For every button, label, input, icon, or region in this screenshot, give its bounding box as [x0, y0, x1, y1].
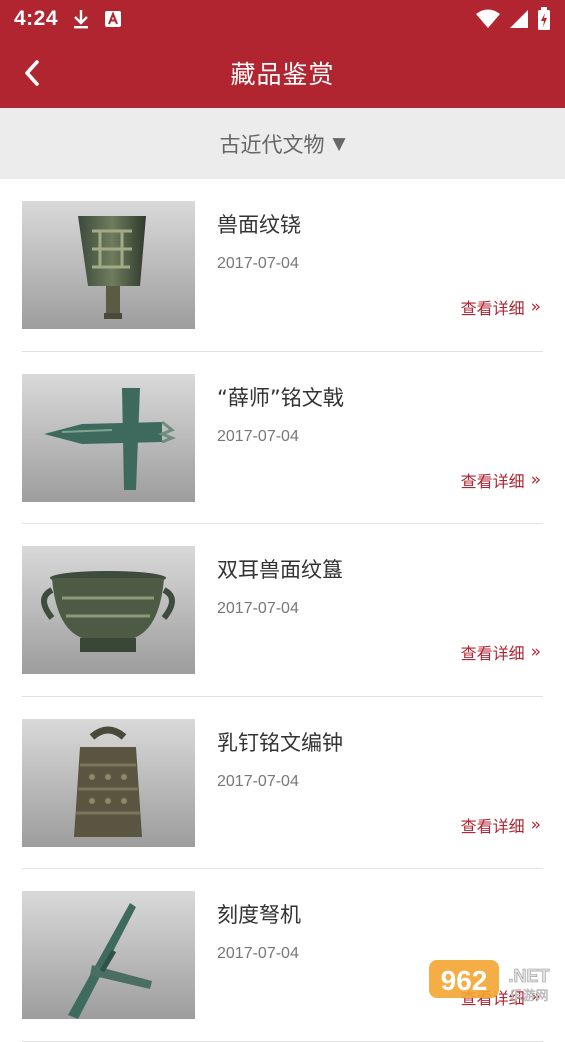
item-date: 2017-07-04 [217, 255, 299, 273]
view-details-label: 查看详细 [461, 640, 525, 664]
list-item[interactable]: 双耳兽面纹簋 2017-07-04 查看详细 » [22, 524, 543, 697]
item-date: 2017-07-04 [217, 945, 299, 963]
signal-icon [509, 9, 529, 29]
collection-list: 兽面纹铙 2017-07-04 查看详细 » “薛师”铭文戟 2017-07-04… [0, 179, 565, 1042]
view-details-link[interactable]: 查看详细 » [461, 640, 541, 664]
view-details-label: 查看详细 [461, 295, 525, 319]
item-thumbnail [22, 891, 195, 1019]
watermark-sub: 乐游网 [509, 989, 548, 1002]
bronze-crossbow-image [22, 891, 195, 1019]
item-date: 2017-07-04 [217, 773, 299, 791]
list-item[interactable]: 兽面纹铙 2017-07-04 查看详细 » [22, 179, 543, 352]
status-time: 4:24 [14, 7, 58, 31]
status-notification-icons [72, 9, 122, 29]
item-name: 乳钉铭文编钟 [217, 727, 343, 757]
category-filter-label: 古近代文物 [219, 129, 324, 159]
list-item[interactable]: 刻度弩机 2017-07-04 查看详细» [22, 869, 543, 1042]
item-thumbnail [22, 719, 195, 847]
accessibility-icon [104, 10, 122, 28]
view-details-link[interactable]: 查看详细 » [461, 295, 541, 319]
view-details-link[interactable]: 查看详细 » [461, 468, 541, 492]
status-system-icons [475, 7, 551, 31]
item-date: 2017-07-04 [217, 428, 299, 446]
bronze-nao-image [22, 201, 195, 329]
bronze-gui-image [22, 546, 195, 674]
back-button[interactable] [14, 54, 50, 92]
view-details-link[interactable]: 查看详细 » [461, 813, 541, 837]
category-filter-dropdown[interactable]: 古近代文物 ▼ [0, 108, 565, 179]
watermark-domain: .NET [508, 966, 549, 986]
item-name: 双耳兽面纹簋 [217, 554, 343, 584]
battery-icon [537, 7, 551, 31]
list-item[interactable]: “薛师”铭文戟 2017-07-04 查看详细 » [22, 352, 543, 525]
item-thumbnail [22, 546, 195, 674]
item-date: 2017-07-04 [217, 600, 299, 618]
item-name: 刻度弩机 [217, 899, 301, 929]
app-bar: 藏品鉴赏 [0, 38, 565, 108]
bronze-bell-image [22, 719, 195, 847]
item-name: “薛师”铭文戟 [217, 382, 344, 412]
bronze-ji-image [22, 374, 195, 502]
double-chevron-right-icon: » [531, 297, 541, 317]
chevron-left-icon [22, 59, 42, 87]
dropdown-arrow-icon: ▼ [332, 134, 345, 154]
view-details-label: 查看详细 [461, 813, 525, 837]
double-chevron-right-icon: » [531, 815, 541, 835]
page-title: 藏品鉴赏 [230, 55, 334, 91]
item-thumbnail [22, 374, 195, 502]
list-item[interactable]: 乳钉铭文编钟 2017-07-04 查看详细 » [22, 697, 543, 870]
double-chevron-right-icon: » [531, 470, 541, 490]
watermark-brand: 962 [441, 965, 488, 996]
item-name: 兽面纹铙 [217, 209, 301, 239]
status-bar: 4:24 [0, 0, 565, 38]
download-icon [72, 9, 90, 29]
view-details-label: 查看详细 [461, 468, 525, 492]
watermark-logo: 962 .NET 乐游网 [429, 958, 559, 1002]
double-chevron-right-icon: » [531, 642, 541, 662]
wifi-icon [475, 9, 501, 29]
item-thumbnail [22, 201, 195, 329]
